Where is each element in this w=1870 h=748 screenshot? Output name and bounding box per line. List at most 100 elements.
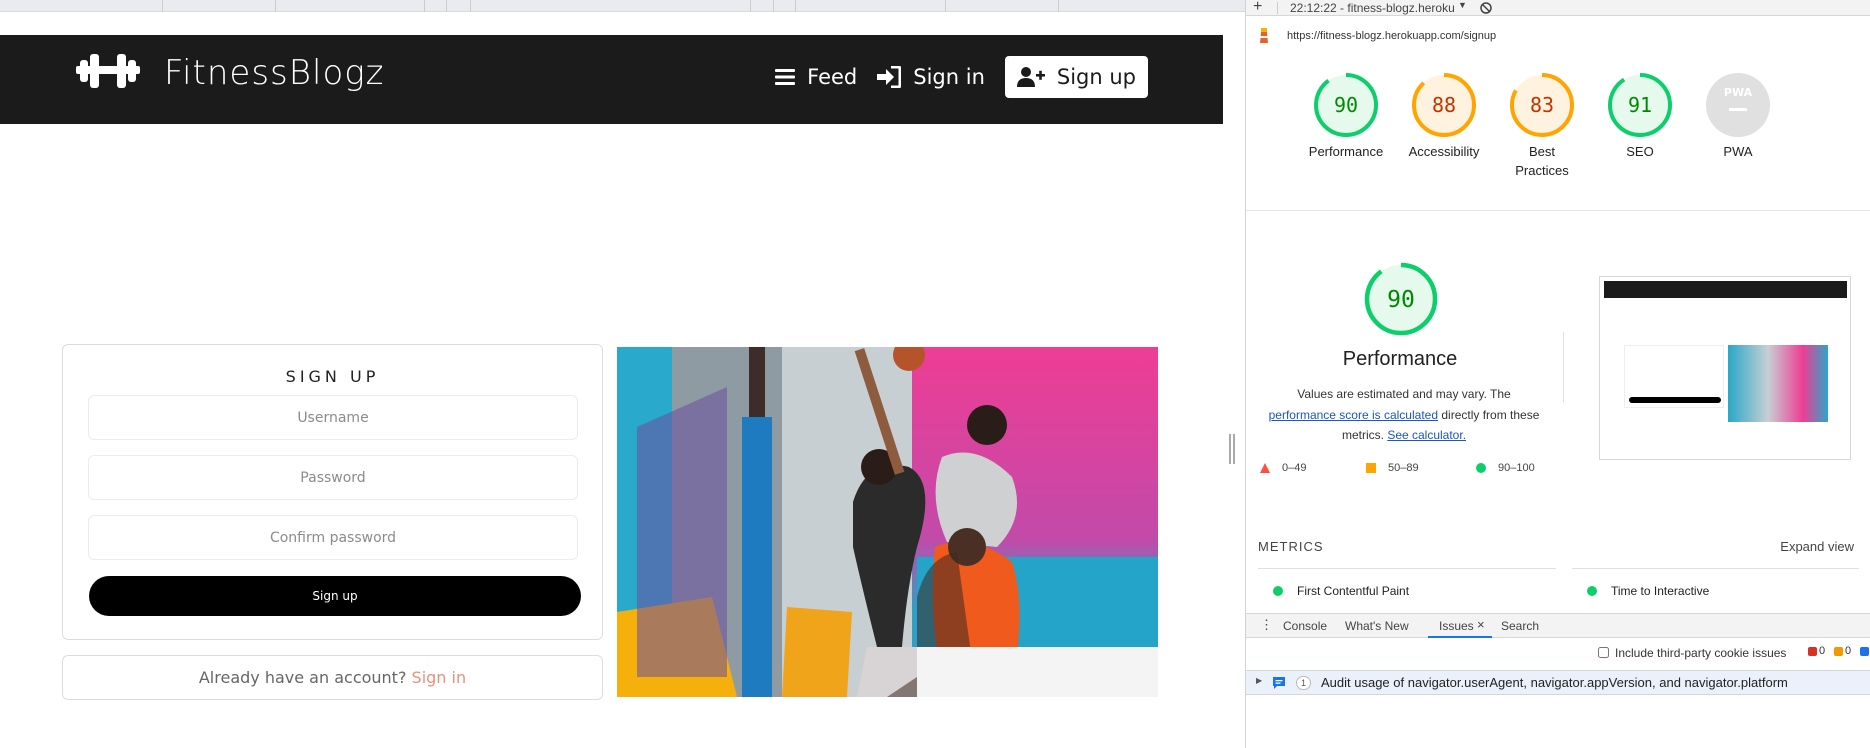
expand-triangle-icon[interactable]: ▶ bbox=[1256, 676, 1262, 685]
signin-link[interactable]: Sign in bbox=[412, 668, 467, 687]
score-accessibility[interactable]: 88 Accessibility bbox=[1399, 72, 1489, 161]
metric-tti: Time to Interactive bbox=[1587, 584, 1709, 598]
issues-toolbar: Include third-party cookie issues 0 0 bbox=[1246, 640, 1870, 666]
error-count: 0 bbox=[1819, 645, 1826, 657]
basketball-photo bbox=[617, 347, 1158, 697]
gauge-seo: 91 bbox=[1608, 73, 1672, 137]
metrics-divider-left bbox=[1258, 568, 1556, 569]
active-tab-underline bbox=[1428, 636, 1492, 638]
username-input[interactable] bbox=[88, 395, 578, 440]
clear-report-icon[interactable] bbox=[1480, 2, 1492, 14]
score-seo-label: SEO bbox=[1626, 144, 1654, 159]
performance-description: Values are estimated and may vary. The p… bbox=[1254, 384, 1554, 446]
score-performance[interactable]: 90 Performance bbox=[1301, 72, 1391, 161]
brand[interactable]: FitnessBlogz bbox=[76, 51, 385, 95]
score-pwa[interactable]: PWA PWA bbox=[1693, 72, 1783, 161]
perf-desc-text-1: Values are estimated and may vary. The bbox=[1297, 387, 1511, 401]
divider bbox=[1246, 210, 1870, 211]
bars-icon bbox=[775, 69, 796, 85]
svg-text:90: 90 bbox=[1387, 287, 1415, 313]
browser-tab-strip bbox=[0, 0, 1245, 12]
brand-name: FitnessBlogz bbox=[164, 53, 385, 93]
drawer-menu-icon[interactable]: ⋮ bbox=[1260, 617, 1273, 633]
svg-text:91: 91 bbox=[1628, 93, 1652, 117]
nav-signin-label: Sign in bbox=[913, 65, 985, 89]
svg-text:83: 83 bbox=[1530, 93, 1554, 117]
close-tab-icon[interactable]: × bbox=[1477, 617, 1485, 632]
signup-card: SIGN UP Sign up bbox=[62, 344, 603, 640]
performance-gauge-large: 90 bbox=[1364, 262, 1438, 336]
page-screenshot-thumbnail[interactable] bbox=[1599, 276, 1851, 460]
see-calculator-link[interactable]: See calculator. bbox=[1387, 428, 1466, 442]
third-party-checkbox[interactable] bbox=[1598, 647, 1609, 658]
sign-in-icon bbox=[877, 66, 902, 88]
tab-console[interactable]: Console bbox=[1283, 619, 1327, 633]
nav-signin-link[interactable]: Sign in bbox=[877, 65, 985, 89]
metrics-divider-right bbox=[1572, 568, 1859, 569]
performance-score-link[interactable]: performance score is calculated bbox=[1269, 408, 1438, 422]
circle-icon bbox=[1273, 586, 1283, 596]
dropdown-caret-icon[interactable]: ▼ bbox=[1458, 0, 1467, 10]
expand-view-toggle[interactable]: Expand view bbox=[1780, 539, 1854, 554]
nav-signup-label: Sign up bbox=[1056, 65, 1136, 89]
app-viewport: FitnessBlogz Feed Sign in Sign up SIGN U… bbox=[0, 0, 1223, 748]
svg-text:90: 90 bbox=[1334, 93, 1358, 117]
score-best-practices-label: Best Practices bbox=[1515, 144, 1569, 178]
message-icon bbox=[1273, 677, 1285, 689]
thumb-navbar bbox=[1604, 281, 1847, 298]
legend-fail-label: 0–49 bbox=[1282, 462, 1307, 474]
signin-prompt-card: Already have an account? Sign in bbox=[62, 655, 603, 700]
score-performance-label: Performance bbox=[1308, 144, 1384, 159]
legend-fail: 0–49 bbox=[1260, 462, 1306, 474]
metrics-heading: METRICS bbox=[1258, 539, 1324, 554]
triangle-icon bbox=[1260, 463, 1270, 473]
user-plus-icon bbox=[1016, 67, 1045, 87]
thumb-photo bbox=[1728, 345, 1828, 422]
panel-resize-handle[interactable] bbox=[1226, 434, 1238, 464]
password-input[interactable] bbox=[88, 455, 578, 500]
svg-text:88: 88 bbox=[1432, 93, 1456, 117]
issue-count-badge: 1 bbox=[1296, 676, 1311, 690]
already-account-text: Already have an account? bbox=[198, 668, 407, 687]
circle-icon bbox=[1476, 463, 1486, 473]
navbar: FitnessBlogz Feed Sign in Sign up bbox=[0, 35, 1223, 124]
nav-feed-link[interactable]: Feed bbox=[775, 65, 857, 89]
score-seo[interactable]: 91 SEO bbox=[1595, 72, 1685, 161]
tab-search[interactable]: Search bbox=[1501, 619, 1539, 633]
audited-url[interactable]: https://fitness-blogz.herokuapp.com/sign… bbox=[1287, 30, 1496, 42]
drawer-tab-bar: ⋮ Console What's New Issues × Search bbox=[1246, 613, 1870, 638]
tab-issues[interactable]: Issues bbox=[1439, 619, 1474, 633]
legend-average-label: 50–89 bbox=[1388, 462, 1419, 474]
toolbar-divider bbox=[1277, 2, 1278, 14]
issue-text: Audit usage of navigator.userAgent, navi… bbox=[1321, 675, 1788, 690]
lighthouse-icon bbox=[1260, 28, 1268, 43]
gauge-best-practices: 83 bbox=[1510, 73, 1574, 137]
confirm-password-input[interactable] bbox=[88, 515, 578, 560]
square-icon bbox=[1366, 463, 1376, 473]
pwa-badge-icon: PWA bbox=[1706, 73, 1770, 137]
legend-pass-label: 90–100 bbox=[1498, 462, 1535, 474]
report-selector[interactable]: 22:12:22 - fitness-blogz.heroku bbox=[1290, 1, 1458, 15]
signup-title: SIGN UP bbox=[285, 367, 380, 386]
metric-fcp-label: First Contentful Paint bbox=[1297, 584, 1410, 598]
dumbbell-icon bbox=[76, 51, 140, 95]
lighthouse-toolbar: + 22:12:22 - fitness-blogz.heroku ▼ bbox=[1246, 0, 1870, 16]
third-party-label: Include third-party cookie issues bbox=[1615, 646, 1787, 660]
thumb-button bbox=[1629, 397, 1721, 403]
performance-heading: Performance bbox=[1342, 348, 1458, 370]
info-count-icon bbox=[1860, 647, 1869, 656]
issue-row[interactable]: ▶ 1 Audit usage of navigator.userAgent, … bbox=[1246, 670, 1870, 695]
score-pwa-label: PWA bbox=[1723, 144, 1753, 159]
legend-pass: 90–100 bbox=[1476, 462, 1535, 474]
metric-tti-label: Time to Interactive bbox=[1611, 584, 1710, 598]
score-best-practices[interactable]: 83 Best Practices bbox=[1497, 72, 1587, 180]
devtools-panel: + 22:12:22 - fitness-blogz.heroku ▼ http… bbox=[1245, 0, 1870, 748]
warning-count: 0 bbox=[1845, 645, 1852, 657]
nav-signup-button[interactable]: Sign up bbox=[1004, 56, 1148, 98]
vertical-divider bbox=[1563, 332, 1564, 402]
score-accessibility-label: Accessibility bbox=[1408, 144, 1480, 159]
add-report-icon[interactable]: + bbox=[1253, 0, 1262, 16]
signup-submit-button[interactable]: Sign up bbox=[89, 576, 581, 616]
tab-whats-new[interactable]: What's New bbox=[1345, 619, 1409, 633]
legend-average: 50–89 bbox=[1366, 462, 1419, 474]
